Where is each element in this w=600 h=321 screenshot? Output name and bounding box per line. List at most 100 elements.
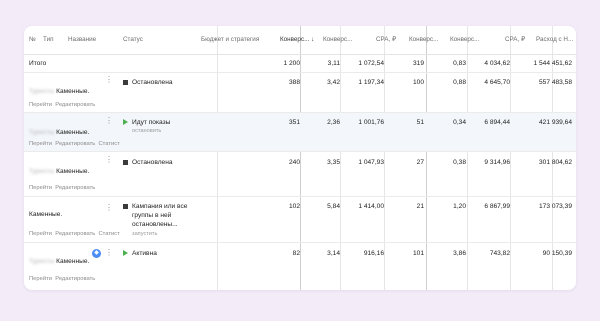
link-edit[interactable]: Редактировать [55, 276, 95, 282]
status-text: Остановлена [132, 159, 173, 166]
cell-conversions-4: 0,38 [453, 159, 466, 166]
total-conversions-3: 319 [412, 60, 424, 67]
more-vertical-icon[interactable]: ⋮ [105, 156, 113, 164]
cell-cpa-2: 6 867,99 [484, 203, 510, 210]
cell-conversions-4: 1,20 [453, 203, 466, 210]
status-text: Остановлена [132, 79, 173, 86]
cell-conversions-4: 0,88 [453, 79, 466, 86]
cell-conversions-1: 388 [288, 79, 300, 86]
status-text-line-1: Кампания или все [132, 203, 188, 210]
stop-square-icon [123, 79, 128, 85]
total-conversions-2: 3,11 [327, 60, 340, 67]
header-cpa-2[interactable]: CPA, ₽ [505, 26, 525, 54]
cell-cpa-2: 6 894,44 [484, 119, 510, 126]
campaign-name[interactable]: Туристы Каменные. [29, 168, 89, 175]
campaign-links: Перейти Редактировать [29, 102, 95, 108]
campaigns-table-card: № Тип Название Статус Бюджет и стратегия… [24, 26, 576, 290]
cell-cpa-2: 9 314,96 [484, 159, 510, 166]
more-vertical-icon[interactable]: ⋮ [105, 204, 113, 212]
play-triangle-icon [123, 119, 128, 126]
total-label: Итого [29, 60, 47, 67]
status-cell: Идут показы [123, 119, 170, 126]
link-edit[interactable]: Редактировать [55, 102, 95, 108]
header-spend[interactable]: Расход с Н... [536, 26, 573, 54]
table-row[interactable]: ⋮ Туристы Каменные. Перейти Редактироват… [24, 152, 576, 197]
campaign-name-prefix: Туристы [29, 129, 55, 136]
more-vertical-icon[interactable]: ⋮ [105, 76, 113, 84]
header-status[interactable]: Статус [123, 26, 143, 54]
total-cpa-2: 4 034,62 [484, 60, 510, 67]
header-name[interactable]: Название [68, 26, 96, 54]
header-conversions-3[interactable]: Конверс... [409, 26, 438, 54]
status-cell: Активна [123, 250, 157, 257]
cell-cpa-2: 743,82 [489, 250, 510, 257]
play-triangle-icon [123, 250, 128, 257]
campaign-name-prefix: Туристы [29, 168, 55, 175]
info-badge-icon[interactable]: ◆ [92, 249, 101, 258]
status-text: Активна [132, 250, 157, 257]
header-conversions-2[interactable]: Конверс... [323, 26, 352, 54]
status-cell: Остановлена [123, 79, 173, 86]
more-vertical-icon[interactable]: ⋮ [105, 249, 113, 257]
campaign-links: Перейти Редактировать [29, 276, 95, 282]
cell-conversions-3: 27 [416, 159, 424, 166]
status-cell: Кампания или все [123, 203, 187, 210]
link-go[interactable]: Перейти [29, 185, 52, 191]
cell-cpa-2: 4 645,70 [484, 79, 510, 86]
table-row[interactable]: ⋮ Туристы Каменные. Перейти Редактироват… [24, 113, 576, 152]
header-conversions-4[interactable]: Конверс... [450, 26, 479, 54]
cell-spend: 90 150,39 [542, 250, 572, 257]
header-cpa-1[interactable]: CPA, ₽ [376, 26, 396, 54]
link-edit[interactable]: Редактировать [55, 141, 95, 147]
campaign-name[interactable]: Туристы Каменные. [29, 129, 89, 136]
cell-spend: 557 483,58 [538, 79, 572, 86]
cell-conversions-3: 51 [416, 119, 424, 126]
cell-cpa-1: 1 197,34 [358, 79, 384, 86]
total-spend: 1 544 451,62 [533, 60, 572, 67]
link-stats[interactable]: Статист [99, 231, 120, 237]
campaign-name[interactable]: Туристы Каменные. [29, 88, 89, 95]
campaign-name-prefix: Туристы [29, 258, 55, 265]
cell-conversions-4: 0,34 [453, 119, 466, 126]
campaign-name-text: Каменные. [56, 168, 90, 175]
campaign-name[interactable]: Каменные. [29, 211, 62, 218]
cell-conversions-2: 3,14 [327, 250, 340, 257]
link-edit[interactable]: Редактировать [55, 185, 95, 191]
link-edit[interactable]: Редактировать [55, 231, 95, 237]
status-action-stop[interactable]: остановить [132, 128, 161, 134]
header-type[interactable]: Тип [43, 26, 54, 54]
link-go[interactable]: Перейти [29, 231, 52, 237]
campaign-name[interactable]: Туристы Каменные. [29, 258, 89, 265]
cell-conversions-2: 2,36 [327, 119, 340, 126]
stop-square-icon [123, 203, 128, 209]
cell-conversions-1: 82 [292, 250, 300, 257]
campaign-links: Перейти Редактировать [29, 185, 95, 191]
table-row[interactable]: ◆ ⋮ Туристы Каменные. Перейти Редактиров… [24, 243, 576, 290]
cell-conversions-1: 102 [288, 203, 300, 210]
campaign-name-text: Каменные. [56, 129, 90, 136]
campaign-name-text: Каменные. [56, 88, 90, 95]
cell-conversions-3: 101 [412, 250, 424, 257]
link-go[interactable]: Перейти [29, 276, 52, 282]
campaign-name-text: Каменные. [56, 258, 90, 265]
header-number[interactable]: № [29, 26, 36, 54]
cell-conversions-3: 21 [416, 203, 424, 210]
header-conversions-1[interactable]: Конверс... ↓ [280, 26, 314, 54]
table-row[interactable]: ⋮ Каменные. Перейти Редактировать Статис… [24, 197, 576, 243]
header-budget[interactable]: Бюджет и стратегия [201, 26, 259, 54]
cell-cpa-1: 916,16 [363, 250, 384, 257]
cell-conversions-1: 240 [288, 159, 300, 166]
table-row[interactable]: ⋮ Туристы Каменные. Перейти Редактироват… [24, 73, 576, 113]
total-conversions-1: 1 200 [283, 60, 300, 67]
link-stats[interactable]: Статист [99, 141, 120, 147]
stop-square-icon [123, 159, 128, 165]
link-go[interactable]: Перейти [29, 102, 52, 108]
status-action-start[interactable]: запустить [132, 231, 157, 237]
more-vertical-icon[interactable]: ⋮ [105, 117, 113, 125]
total-row: Итого 1 200 3,11 1 072,54 319 0,83 4 034… [24, 55, 576, 73]
total-conversions-4: 0,83 [453, 60, 466, 67]
status-cell: Остановлена [123, 159, 173, 166]
cell-cpa-1: 1 001,76 [358, 119, 384, 126]
total-cpa-1: 1 072,54 [358, 60, 384, 67]
link-go[interactable]: Перейти [29, 141, 52, 147]
